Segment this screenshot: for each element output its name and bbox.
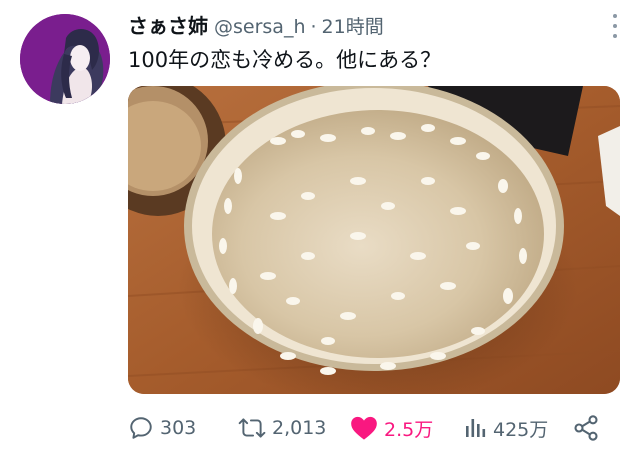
display-name[interactable]: さぁさ姉	[128, 10, 208, 39]
like-count: 2.5万	[384, 418, 434, 441]
heart-icon	[351, 416, 377, 440]
reply-icon	[130, 417, 152, 439]
more-dot	[613, 24, 617, 28]
tweet-text: 100年の恋も冷める。他にある？	[128, 48, 442, 72]
avatar[interactable]	[20, 14, 110, 104]
share-icon	[574, 415, 598, 441]
like-button[interactable]: 2.5万	[350, 410, 433, 446]
separator-dot: ·	[310, 16, 317, 38]
user-handle[interactable]: @sersa_h	[214, 16, 305, 38]
retweet-button[interactable]: 2,013	[238, 410, 326, 446]
views-icon	[466, 419, 486, 437]
more-icon[interactable]	[608, 14, 622, 38]
action-bar: 303 2,013 2.5万 425万	[128, 410, 610, 446]
share-button[interactable]	[572, 410, 600, 446]
reply-button[interactable]: 303	[128, 410, 196, 446]
more-dot	[613, 14, 617, 18]
view-count: 425万	[493, 418, 549, 441]
retweet-icon	[238, 418, 266, 438]
views-button[interactable]: 425万	[463, 410, 548, 446]
tweet-header: さぁさ姉 @sersa_h · 21時間	[128, 10, 600, 40]
tweet-image[interactable]	[128, 86, 620, 394]
rice-bowl-photo	[128, 86, 620, 394]
avatar-illustration	[20, 14, 110, 104]
more-dot	[613, 34, 617, 38]
timestamp[interactable]: 21時間	[322, 12, 384, 39]
reply-count: 303	[160, 417, 197, 439]
retweet-count: 2,013	[272, 417, 327, 439]
